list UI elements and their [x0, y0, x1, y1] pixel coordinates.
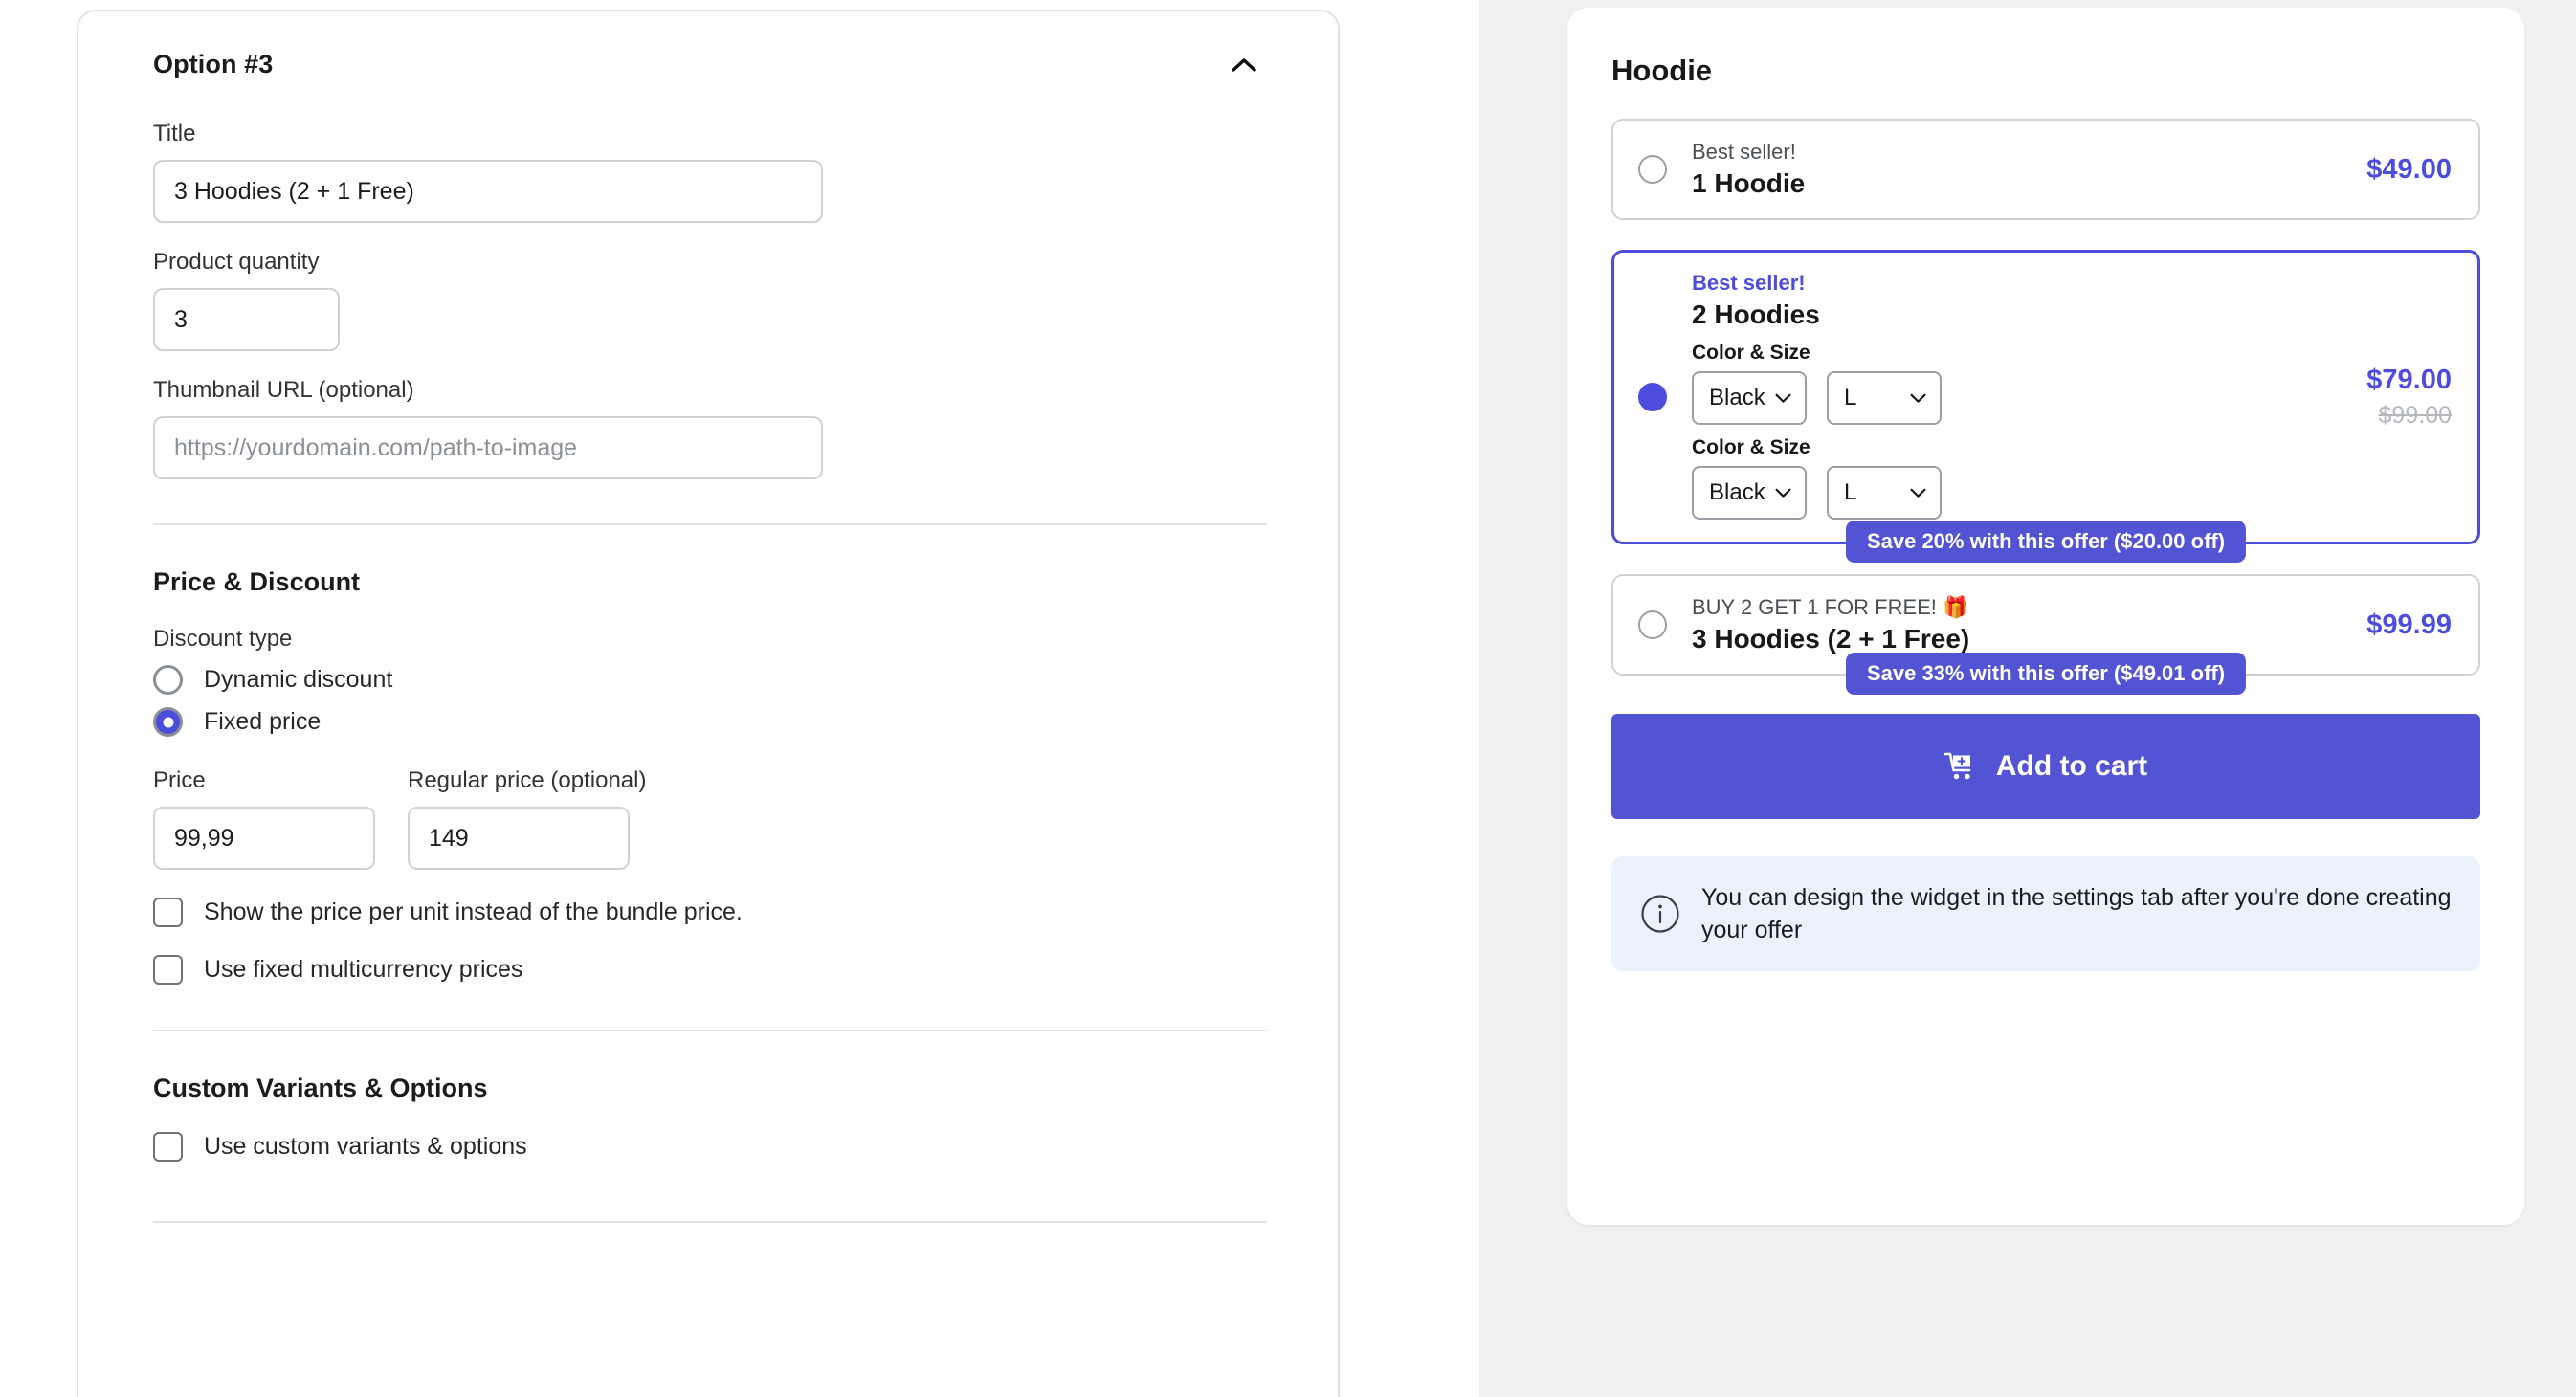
offer-option-2-pricing: $79.00 $99.00	[2337, 365, 2452, 430]
radio-dynamic-discount[interactable]: Dynamic discount	[153, 665, 1263, 695]
checkbox-multicurrency-control[interactable]	[153, 955, 183, 985]
offer-option-1-radio[interactable]	[1638, 155, 1667, 184]
chevron-down-icon	[1910, 488, 1926, 498]
chevron-down-icon	[1775, 488, 1791, 498]
offer-option-3-tagline: BUY 2 GET 1 FOR FREE! 🎁	[1692, 595, 1969, 619]
offer-option-1-name: 1 Hoodie	[1692, 168, 1806, 198]
section-divider	[153, 523, 1267, 525]
checkbox-price-per-unit-label: Show the price per unit instead of the b…	[204, 898, 743, 925]
price-field-group: Price	[153, 767, 375, 870]
regular-price-field-group: Regular price (optional)	[408, 767, 646, 870]
offer-option-2-variant-label-2: Color & Size	[1692, 436, 1810, 458]
offer-option-2-size-value-1: L	[1844, 385, 1857, 410]
radio-fixed-price-control[interactable]	[153, 707, 183, 737]
title-field-label: Title	[153, 121, 196, 146]
regular-price-label: Regular price (optional)	[408, 767, 647, 793]
offer-option-2-variant-row-1: Black L	[1692, 371, 2337, 425]
radio-fixed-price[interactable]: Fixed price	[153, 707, 1263, 737]
offer-option-3-pricing: $99.99	[2337, 610, 2452, 641]
cart-plus-icon	[1943, 752, 1971, 780]
discount-type-label: Discount type	[153, 626, 293, 652]
collapse-section-button[interactable]	[1225, 46, 1263, 84]
offer-option-2-variant-label-1: Color & Size	[1692, 342, 1810, 364]
offer-option-2[interactable]: Best seller! 2 Hoodies Color & Size Blac…	[1611, 250, 2480, 563]
offer-option-2-price: $79.00	[2366, 365, 2452, 395]
offer-option-3-body: BUY 2 GET 1 FOR FREE! 🎁 3 Hoodies (2 + 1…	[1692, 595, 2337, 654]
price-label: Price	[153, 767, 206, 793]
offer-option-1-tagline: Best seller!	[1692, 140, 1796, 164]
offer-option-2-tagline: Best seller!	[1692, 271, 1806, 295]
offer-option-1[interactable]: Best seller! 1 Hoodie $49.00	[1611, 119, 2480, 220]
option-editor-card: Option #3 Title Product quantity Thumbna…	[77, 10, 1340, 1397]
quantity-field-label: Product quantity	[153, 249, 320, 275]
price-input[interactable]	[153, 807, 375, 870]
offer-option-3[interactable]: BUY 2 GET 1 FOR FREE! 🎁 3 Hoodies (2 + 1…	[1611, 574, 2480, 695]
quantity-input[interactable]	[153, 288, 340, 351]
option-title: Option #3	[153, 50, 274, 78]
offer-option-2-color-select-2[interactable]: Black	[1692, 466, 1807, 520]
checkbox-custom-variants[interactable]: Use custom variants & options	[153, 1132, 1263, 1162]
checkbox-multicurrency-label: Use fixed multicurrency prices	[204, 956, 523, 983]
app-root: Option #3 Title Product quantity Thumbna…	[0, 0, 2576, 1397]
checkbox-custom-variants-label: Use custom variants & options	[204, 1133, 527, 1160]
radio-dynamic-discount-label: Dynamic discount	[204, 666, 393, 693]
preview-info-text: You can design the widget in the setting…	[1701, 884, 2452, 943]
offer-option-2-color-value-1: Black	[1709, 385, 1765, 410]
checkbox-price-per-unit[interactable]: Show the price per unit instead of the b…	[153, 898, 1263, 927]
offer-option-1-price: $49.00	[2366, 153, 2452, 185]
chevron-down-icon	[1775, 393, 1791, 403]
offer-option-2-size-select-2[interactable]: L	[1827, 466, 1942, 520]
offer-option-2-name: 2 Hoodies	[1692, 299, 1820, 329]
preview-info-banner: You can design the widget in the setting…	[1611, 856, 2480, 971]
offer-option-3-save-badge: Save 33% with this offer ($49.01 off)	[1845, 653, 2247, 695]
thumbnail-url-input[interactable]	[153, 416, 823, 479]
option-card-header: Option #3	[153, 50, 1263, 84]
checkbox-price-per-unit-control[interactable]	[153, 898, 183, 927]
offer-option-2-variant-row-2: Black L	[1692, 466, 2337, 520]
offer-option-3-price: $99.99	[2366, 609, 2452, 640]
offer-option-2-body: Best seller! 2 Hoodies Color & Size Blac…	[1692, 271, 2337, 523]
offer-option-2-color-select-1[interactable]: Black	[1692, 371, 1807, 425]
offer-option-2-save-badge: Save 20% with this offer ($20.00 off)	[1845, 521, 2247, 563]
chevron-down-icon	[1910, 393, 1926, 403]
offer-option-3-name: 3 Hoodies (2 + 1 Free)	[1692, 624, 1970, 654]
checkbox-multicurrency[interactable]: Use fixed multicurrency prices	[153, 955, 1263, 985]
widget-preview-card: Hoodie Best seller! 1 Hoodie $49.00 Best…	[1567, 8, 2524, 1225]
column-gap	[1479, 0, 1525, 1397]
thumbnail-field-label: Thumbnail URL (optional)	[153, 377, 414, 403]
section-divider-3	[153, 1221, 1267, 1223]
section-divider-2	[153, 1030, 1267, 1031]
radio-fixed-price-label: Fixed price	[204, 708, 322, 735]
custom-variants-heading: Custom Variants & Options	[153, 1074, 488, 1102]
regular-price-input[interactable]	[408, 807, 630, 870]
offer-editor-column: Option #3 Title Product quantity Thumbna…	[0, 0, 1479, 1397]
chevron-up-icon	[1232, 58, 1256, 72]
preview-product-name: Hoodie	[1611, 54, 1713, 87]
checkbox-custom-variants-control[interactable]	[153, 1132, 183, 1162]
radio-dynamic-discount-control[interactable]	[153, 665, 183, 695]
add-to-cart-label: Add to cart	[1995, 750, 2148, 782]
add-to-cart-button[interactable]: Add to cart	[1611, 714, 2480, 819]
offer-option-3-radio[interactable]	[1638, 610, 1667, 639]
offer-option-2-size-value-2: L	[1844, 479, 1857, 505]
offer-option-1-body: Best seller! 1 Hoodie	[1692, 140, 2337, 199]
offer-option-1-pricing: $49.00	[2337, 154, 2452, 186]
title-input[interactable]	[153, 160, 823, 223]
price-fields-row: Price Regular price (optional)	[153, 767, 1263, 870]
offer-option-2-compare-price: $99.00	[2378, 402, 2452, 429]
offer-option-2-radio[interactable]	[1638, 383, 1667, 411]
price-discount-heading: Price & Discount	[153, 567, 361, 596]
offer-option-2-size-select-1[interactable]: L	[1827, 371, 1942, 425]
offer-option-2-color-value-2: Black	[1709, 479, 1765, 505]
info-circle-icon	[1641, 895, 1679, 933]
widget-preview-column: Hoodie Best seller! 1 Hoodie $49.00 Best…	[1525, 0, 2576, 1397]
